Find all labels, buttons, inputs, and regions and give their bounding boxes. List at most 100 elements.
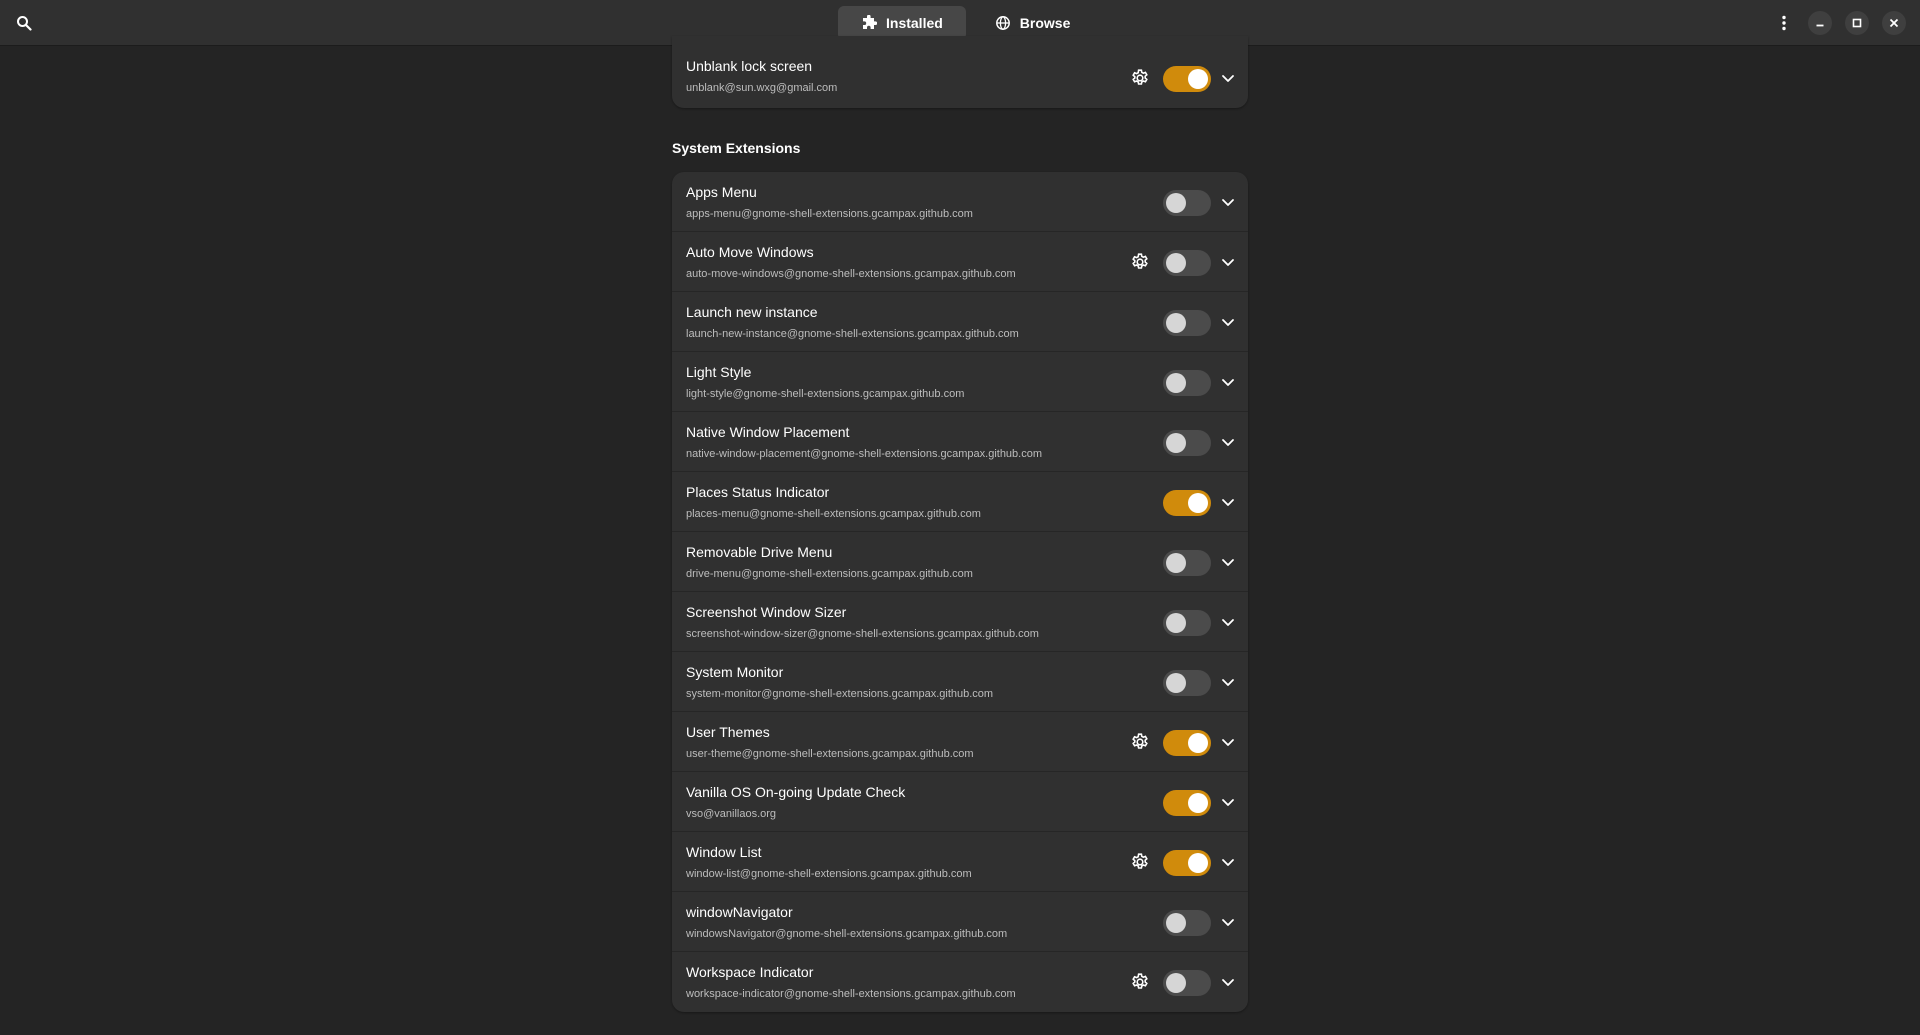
chevron-down-icon[interactable] [1220, 314, 1236, 330]
chevron-down-icon[interactable] [1220, 70, 1236, 86]
toggle-knob [1188, 733, 1208, 753]
extension-row[interactable]: Native Window Placement native-window-pla… [672, 412, 1248, 472]
extension-row[interactable]: windowNavigator windowsNavigator@gnome-sh… [672, 892, 1248, 952]
extension-row[interactable]: Light Style light-style@gnome-shell-exten… [672, 352, 1248, 412]
maximize-icon [1852, 18, 1862, 28]
chevron-down-icon[interactable] [1220, 974, 1236, 990]
toggle-knob [1188, 793, 1208, 813]
toggle-knob [1166, 313, 1186, 333]
toggle-knob [1166, 973, 1186, 993]
enable-toggle[interactable] [1163, 730, 1211, 756]
toggle-knob [1188, 853, 1208, 873]
toggle-knob [1166, 673, 1186, 693]
search-icon [17, 16, 32, 31]
settings-gear-icon[interactable] [1130, 972, 1150, 992]
enable-toggle[interactable] [1163, 310, 1211, 336]
minimize-icon [1816, 24, 1824, 27]
extension-row[interactable]: Removable Drive Menu drive-menu@gnome-she… [672, 532, 1248, 592]
settings-gear-icon[interactable] [1130, 68, 1150, 88]
enable-toggle[interactable] [1163, 370, 1211, 396]
extension-title: Native Window Placement [686, 424, 850, 440]
toggle-knob [1166, 253, 1186, 273]
extension-title: Places Status Indicator [686, 484, 830, 500]
extension-title: Light Style [686, 364, 752, 380]
toggle-knob [1166, 613, 1186, 633]
extension-title: Launch new instance [686, 304, 818, 320]
extension-uuid: light-style@gnome-shell-extensions.gcamp… [686, 388, 965, 400]
chevron-down-icon[interactable] [1220, 194, 1236, 210]
chevron-down-icon[interactable] [1220, 254, 1236, 270]
tab-browse[interactable]: Browse [972, 6, 1094, 40]
toggle-knob [1166, 193, 1186, 213]
chevron-down-icon[interactable] [1220, 374, 1236, 390]
puzzle-icon [863, 15, 877, 29]
extension-row[interactable]: Screenshot Window Sizer screenshot-window… [672, 592, 1248, 652]
tab-installed-label: Installed [886, 15, 943, 31]
enable-toggle[interactable] [1163, 850, 1211, 876]
extension-uuid: window-list@gnome-shell-extensions.gcamp… [686, 868, 972, 880]
chevron-down-icon[interactable] [1220, 734, 1236, 750]
view-switcher: Installed Browse [838, 6, 1093, 40]
chevron-down-icon[interactable] [1220, 434, 1236, 450]
extension-row[interactable]: System Monitor system-monitor@gnome-shell… [672, 652, 1248, 712]
extension-title: Auto Move Windows [686, 244, 814, 260]
tab-browse-label: Browse [1019, 15, 1071, 31]
enable-toggle[interactable] [1163, 970, 1211, 996]
tab-installed[interactable]: Installed [838, 6, 966, 40]
extension-uuid: places-menu@gnome-shell-extensions.gcamp… [686, 508, 981, 520]
extension-uuid: vso@vanillaos.org [686, 808, 777, 820]
extension-title: User Themes [686, 724, 770, 740]
enable-toggle[interactable] [1163, 790, 1211, 816]
extension-title: Removable Drive Menu [686, 544, 833, 560]
chevron-down-icon[interactable] [1220, 854, 1236, 870]
chevron-down-icon[interactable] [1220, 794, 1236, 810]
system-extensions-group: Apps Menu apps-menu@gnome-shell-extension… [672, 172, 1248, 1012]
chevron-down-icon[interactable] [1220, 494, 1236, 510]
main-menu-button[interactable] [1770, 9, 1798, 37]
extension-row[interactable]: Auto Move Windows auto-move-windows@gnome… [672, 232, 1248, 292]
chevron-down-icon[interactable] [1220, 674, 1236, 690]
extension-uuid: system-monitor@gnome-shell-extensions.gc… [686, 688, 994, 700]
enable-toggle[interactable] [1163, 610, 1211, 636]
extension-uuid: native-window-placement@gnome-shell-exte… [686, 448, 1043, 460]
settings-gear-icon[interactable] [1130, 732, 1150, 752]
extension-row[interactable]: Vanilla OS On-going Update Check vso@vani… [672, 772, 1248, 832]
extension-row[interactable]: Workspace Indicator workspace-indicator@g… [672, 952, 1248, 1012]
extension-row[interactable]: User Themes user-theme@gnome-shell-extens… [672, 712, 1248, 772]
enable-toggle[interactable] [1163, 250, 1211, 276]
extension-row[interactable]: Window List window-list@gnome-shell-exten… [672, 832, 1248, 892]
extension-uuid: user-theme@gnome-shell-extensions.gcampa… [686, 748, 974, 760]
toggle-knob [1188, 493, 1208, 513]
extension-title: Unblank lock screen [686, 58, 813, 74]
minimize-button[interactable] [1808, 11, 1832, 35]
chevron-down-icon[interactable] [1220, 554, 1236, 570]
search-button[interactable] [10, 9, 38, 37]
extension-row[interactable]: Unblank lock screen unblank@sun.wxg@gmail… [672, 36, 1248, 108]
extension-row[interactable]: Apps Menu apps-menu@gnome-shell-extension… [672, 172, 1248, 232]
maximize-button[interactable] [1845, 11, 1869, 35]
settings-gear-icon[interactable] [1130, 852, 1150, 872]
extension-uuid: apps-menu@gnome-shell-extensions.gcampax… [686, 208, 973, 220]
system-extensions-title: System Extensions [672, 140, 801, 156]
extension-uuid: screenshot-window-sizer@gnome-shell-exte… [686, 628, 1039, 640]
enable-toggle[interactable] [1163, 190, 1211, 216]
kebab-menu-icon [1782, 15, 1786, 31]
enable-toggle[interactable] [1163, 910, 1211, 936]
extension-row[interactable]: Places Status Indicator places-menu@gnome… [672, 472, 1248, 532]
enable-toggle[interactable] [1163, 430, 1211, 456]
close-button[interactable] [1882, 11, 1906, 35]
chevron-down-icon[interactable] [1220, 614, 1236, 630]
extension-uuid: launch-new-instance@gnome-shell-extensio… [686, 328, 1019, 340]
enable-toggle[interactable] [1163, 670, 1211, 696]
globe-icon [995, 16, 1010, 30]
toggle-knob [1166, 433, 1186, 453]
extension-title: Apps Menu [686, 184, 757, 200]
extension-title: windowNavigator [686, 904, 793, 920]
enable-toggle[interactable] [1163, 490, 1211, 516]
enable-toggle[interactable] [1163, 550, 1211, 576]
extension-uuid: unblank@sun.wxg@gmail.com [686, 82, 838, 94]
chevron-down-icon[interactable] [1220, 914, 1236, 930]
enable-toggle[interactable] [1163, 66, 1211, 92]
extension-row[interactable]: Launch new instance launch-new-instance@g… [672, 292, 1248, 352]
settings-gear-icon[interactable] [1130, 252, 1150, 272]
